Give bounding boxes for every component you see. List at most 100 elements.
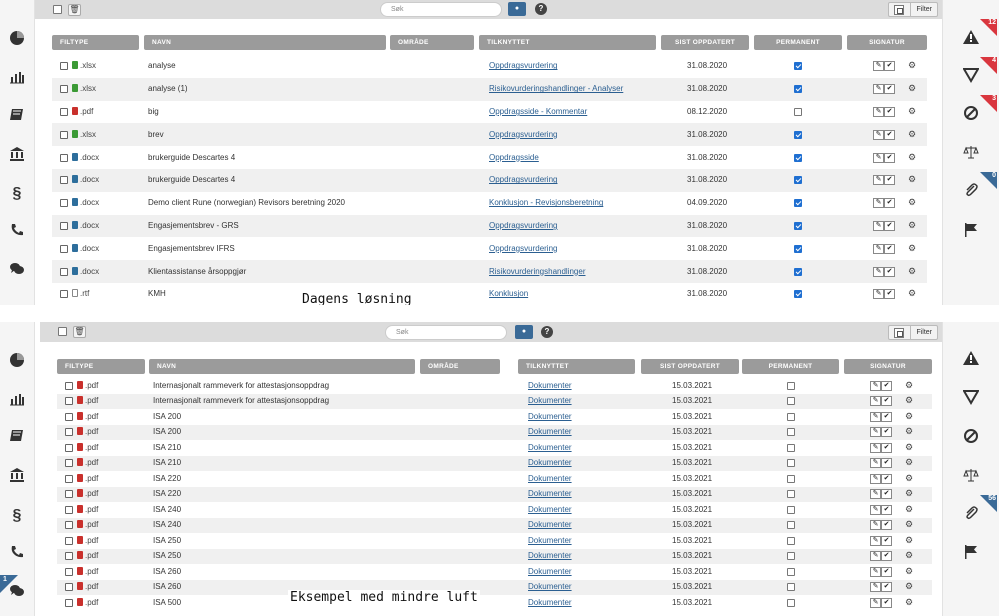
permanent-checkbox[interactable]	[794, 176, 802, 185]
linked-section-link[interactable]: Dokumenter	[528, 427, 572, 436]
edit-signature-icon[interactable]: ✎	[873, 152, 884, 163]
bar-chart-icon[interactable]	[0, 70, 34, 89]
permanent-checkbox[interactable]	[786, 490, 795, 499]
edit-signature-icon[interactable]: ✎	[873, 84, 884, 95]
row-checkbox[interactable]	[60, 130, 68, 139]
linked-section-link[interactable]: Dokumenter	[528, 381, 572, 390]
edit-signature-icon[interactable]: ✎	[873, 243, 884, 254]
linked-section-link[interactable]: Dokumenter	[528, 520, 572, 529]
gear-icon[interactable]: ⚙	[908, 83, 916, 94]
permanent-checkbox[interactable]	[794, 62, 802, 71]
search-button[interactable]: ●	[508, 2, 526, 16]
edit-signature-icon[interactable]: ✎	[870, 597, 881, 608]
gear-icon[interactable]: ⚙	[908, 129, 916, 140]
help-icon[interactable]: ?	[535, 3, 547, 15]
linked-section-link[interactable]: Risikovurderingshandlinger	[489, 267, 586, 276]
sign-check-icon[interactable]: ✔	[881, 473, 892, 484]
linked-section-link[interactable]: Oppdragsvurdering	[489, 244, 557, 253]
edit-signature-icon[interactable]: ✎	[873, 61, 884, 72]
row-checkbox[interactable]	[60, 244, 68, 253]
sign-check-icon[interactable]: ✔	[881, 427, 892, 438]
filter-button[interactable]: Filter	[888, 325, 938, 340]
gear-icon[interactable]: ⚙	[905, 535, 913, 546]
sign-check-icon[interactable]: ✔	[884, 175, 895, 186]
sign-check-icon[interactable]: ✔	[884, 152, 895, 163]
row-checkbox[interactable]	[60, 222, 68, 230]
paperclip-icon[interactable]	[943, 505, 999, 526]
edit-signature-icon[interactable]: ✎	[870, 427, 881, 438]
sign-check-icon[interactable]: ✔	[881, 566, 892, 577]
edit-signature-icon[interactable]: ✎	[873, 266, 884, 277]
linked-section-link[interactable]: Konklusjon	[489, 289, 528, 298]
row-checkbox[interactable]	[60, 153, 68, 162]
sign-check-icon[interactable]: ✔	[881, 597, 892, 608]
gear-icon[interactable]: ⚙	[908, 174, 916, 185]
paragraph-icon[interactable]: §	[0, 185, 34, 203]
linked-section-link[interactable]: Oppdragsvurdering	[489, 221, 557, 230]
sign-check-icon[interactable]: ✔	[884, 61, 895, 72]
column-header-signatur[interactable]: SIGNATUR	[847, 35, 927, 50]
edit-signature-icon[interactable]: ✎	[870, 551, 881, 562]
row-checkbox[interactable]	[65, 443, 73, 452]
linked-section-link[interactable]: Oppdragsside - Kommentar	[489, 107, 587, 116]
gear-icon[interactable]: ⚙	[908, 60, 916, 71]
sign-check-icon[interactable]: ✔	[884, 84, 895, 95]
column-header-omrade[interactable]: OMRÅDE	[390, 35, 474, 50]
column-header-sist-oppdatert[interactable]: SIST OPPDATERT	[661, 35, 749, 50]
edit-signature-icon[interactable]: ✎	[873, 221, 884, 231]
gear-icon[interactable]: ⚙	[905, 380, 913, 391]
permanent-checkbox[interactable]	[786, 521, 795, 530]
gear-icon[interactable]: ⚙	[908, 288, 916, 299]
gear-icon[interactable]: ⚙	[905, 457, 913, 468]
linked-section-link[interactable]: Dokumenter	[528, 474, 572, 483]
bank-icon[interactable]	[0, 146, 34, 167]
edit-signature-icon[interactable]: ✎	[873, 175, 884, 186]
row-checkbox[interactable]	[65, 583, 73, 592]
linked-section-link[interactable]: Dokumenter	[528, 551, 572, 560]
column-header-sist-oppdatert[interactable]: SIST OPPDATERT	[641, 359, 739, 374]
row-checkbox[interactable]	[60, 290, 68, 299]
chat-icon[interactable]	[0, 262, 34, 281]
column-header-permanent[interactable]: PERMANENT	[742, 359, 839, 374]
permanent-checkbox[interactable]	[786, 412, 795, 421]
permanent-checkbox[interactable]	[794, 130, 802, 139]
phone-icon[interactable]	[0, 223, 34, 242]
warning-icon[interactable]	[943, 350, 999, 371]
permanent-checkbox[interactable]	[794, 222, 802, 230]
column-header-navn[interactable]: NAVN	[149, 359, 415, 374]
row-checkbox[interactable]	[65, 490, 73, 499]
linked-section-link[interactable]: Dokumenter	[528, 458, 572, 467]
linked-section-link[interactable]: Oppdragsside	[489, 153, 539, 162]
gear-icon[interactable]: ⚙	[905, 426, 913, 437]
column-header-permanent[interactable]: PERMANENT	[754, 35, 842, 50]
permanent-checkbox[interactable]	[786, 536, 795, 545]
trash-icon[interactable]: 🗑	[73, 326, 86, 338]
permanent-checkbox[interactable]	[794, 153, 802, 162]
permanent-checkbox[interactable]	[794, 199, 802, 208]
flag-icon[interactable]	[943, 544, 999, 565]
permanent-checkbox[interactable]	[794, 108, 802, 116]
column-header-tilknyttet[interactable]: TILKNYTTET	[518, 359, 635, 374]
row-checkbox[interactable]	[65, 428, 73, 437]
gear-icon[interactable]: ⚙	[905, 519, 913, 530]
permanent-checkbox[interactable]	[786, 381, 795, 390]
scale-icon[interactable]	[943, 468, 999, 487]
sign-check-icon[interactable]: ✔	[881, 442, 892, 453]
column-header-signatur[interactable]: SIGNATUR	[844, 359, 932, 374]
column-header-filtype[interactable]: FILTYPE	[52, 35, 139, 50]
row-checkbox[interactable]	[65, 381, 73, 390]
gear-icon[interactable]: ⚙	[905, 566, 913, 577]
row-checkbox[interactable]	[65, 552, 73, 561]
permanent-checkbox[interactable]	[786, 474, 795, 483]
edit-signature-icon[interactable]: ✎	[870, 380, 881, 391]
gear-icon[interactable]: ⚙	[905, 504, 913, 515]
row-checkbox[interactable]	[65, 598, 73, 607]
paragraph-icon[interactable]: §	[0, 507, 34, 525]
sign-check-icon[interactable]: ✔	[881, 458, 892, 469]
linked-section-link[interactable]: Dokumenter	[528, 489, 572, 498]
linked-section-link[interactable]: Oppdragsvurdering	[489, 130, 557, 139]
sign-check-icon[interactable]: ✔	[881, 380, 892, 391]
linked-section-link[interactable]: Risikovurderingshandlinger - Analyser	[489, 84, 623, 93]
filter-icon[interactable]	[943, 67, 999, 88]
linked-section-link[interactable]: Dokumenter	[528, 412, 572, 421]
